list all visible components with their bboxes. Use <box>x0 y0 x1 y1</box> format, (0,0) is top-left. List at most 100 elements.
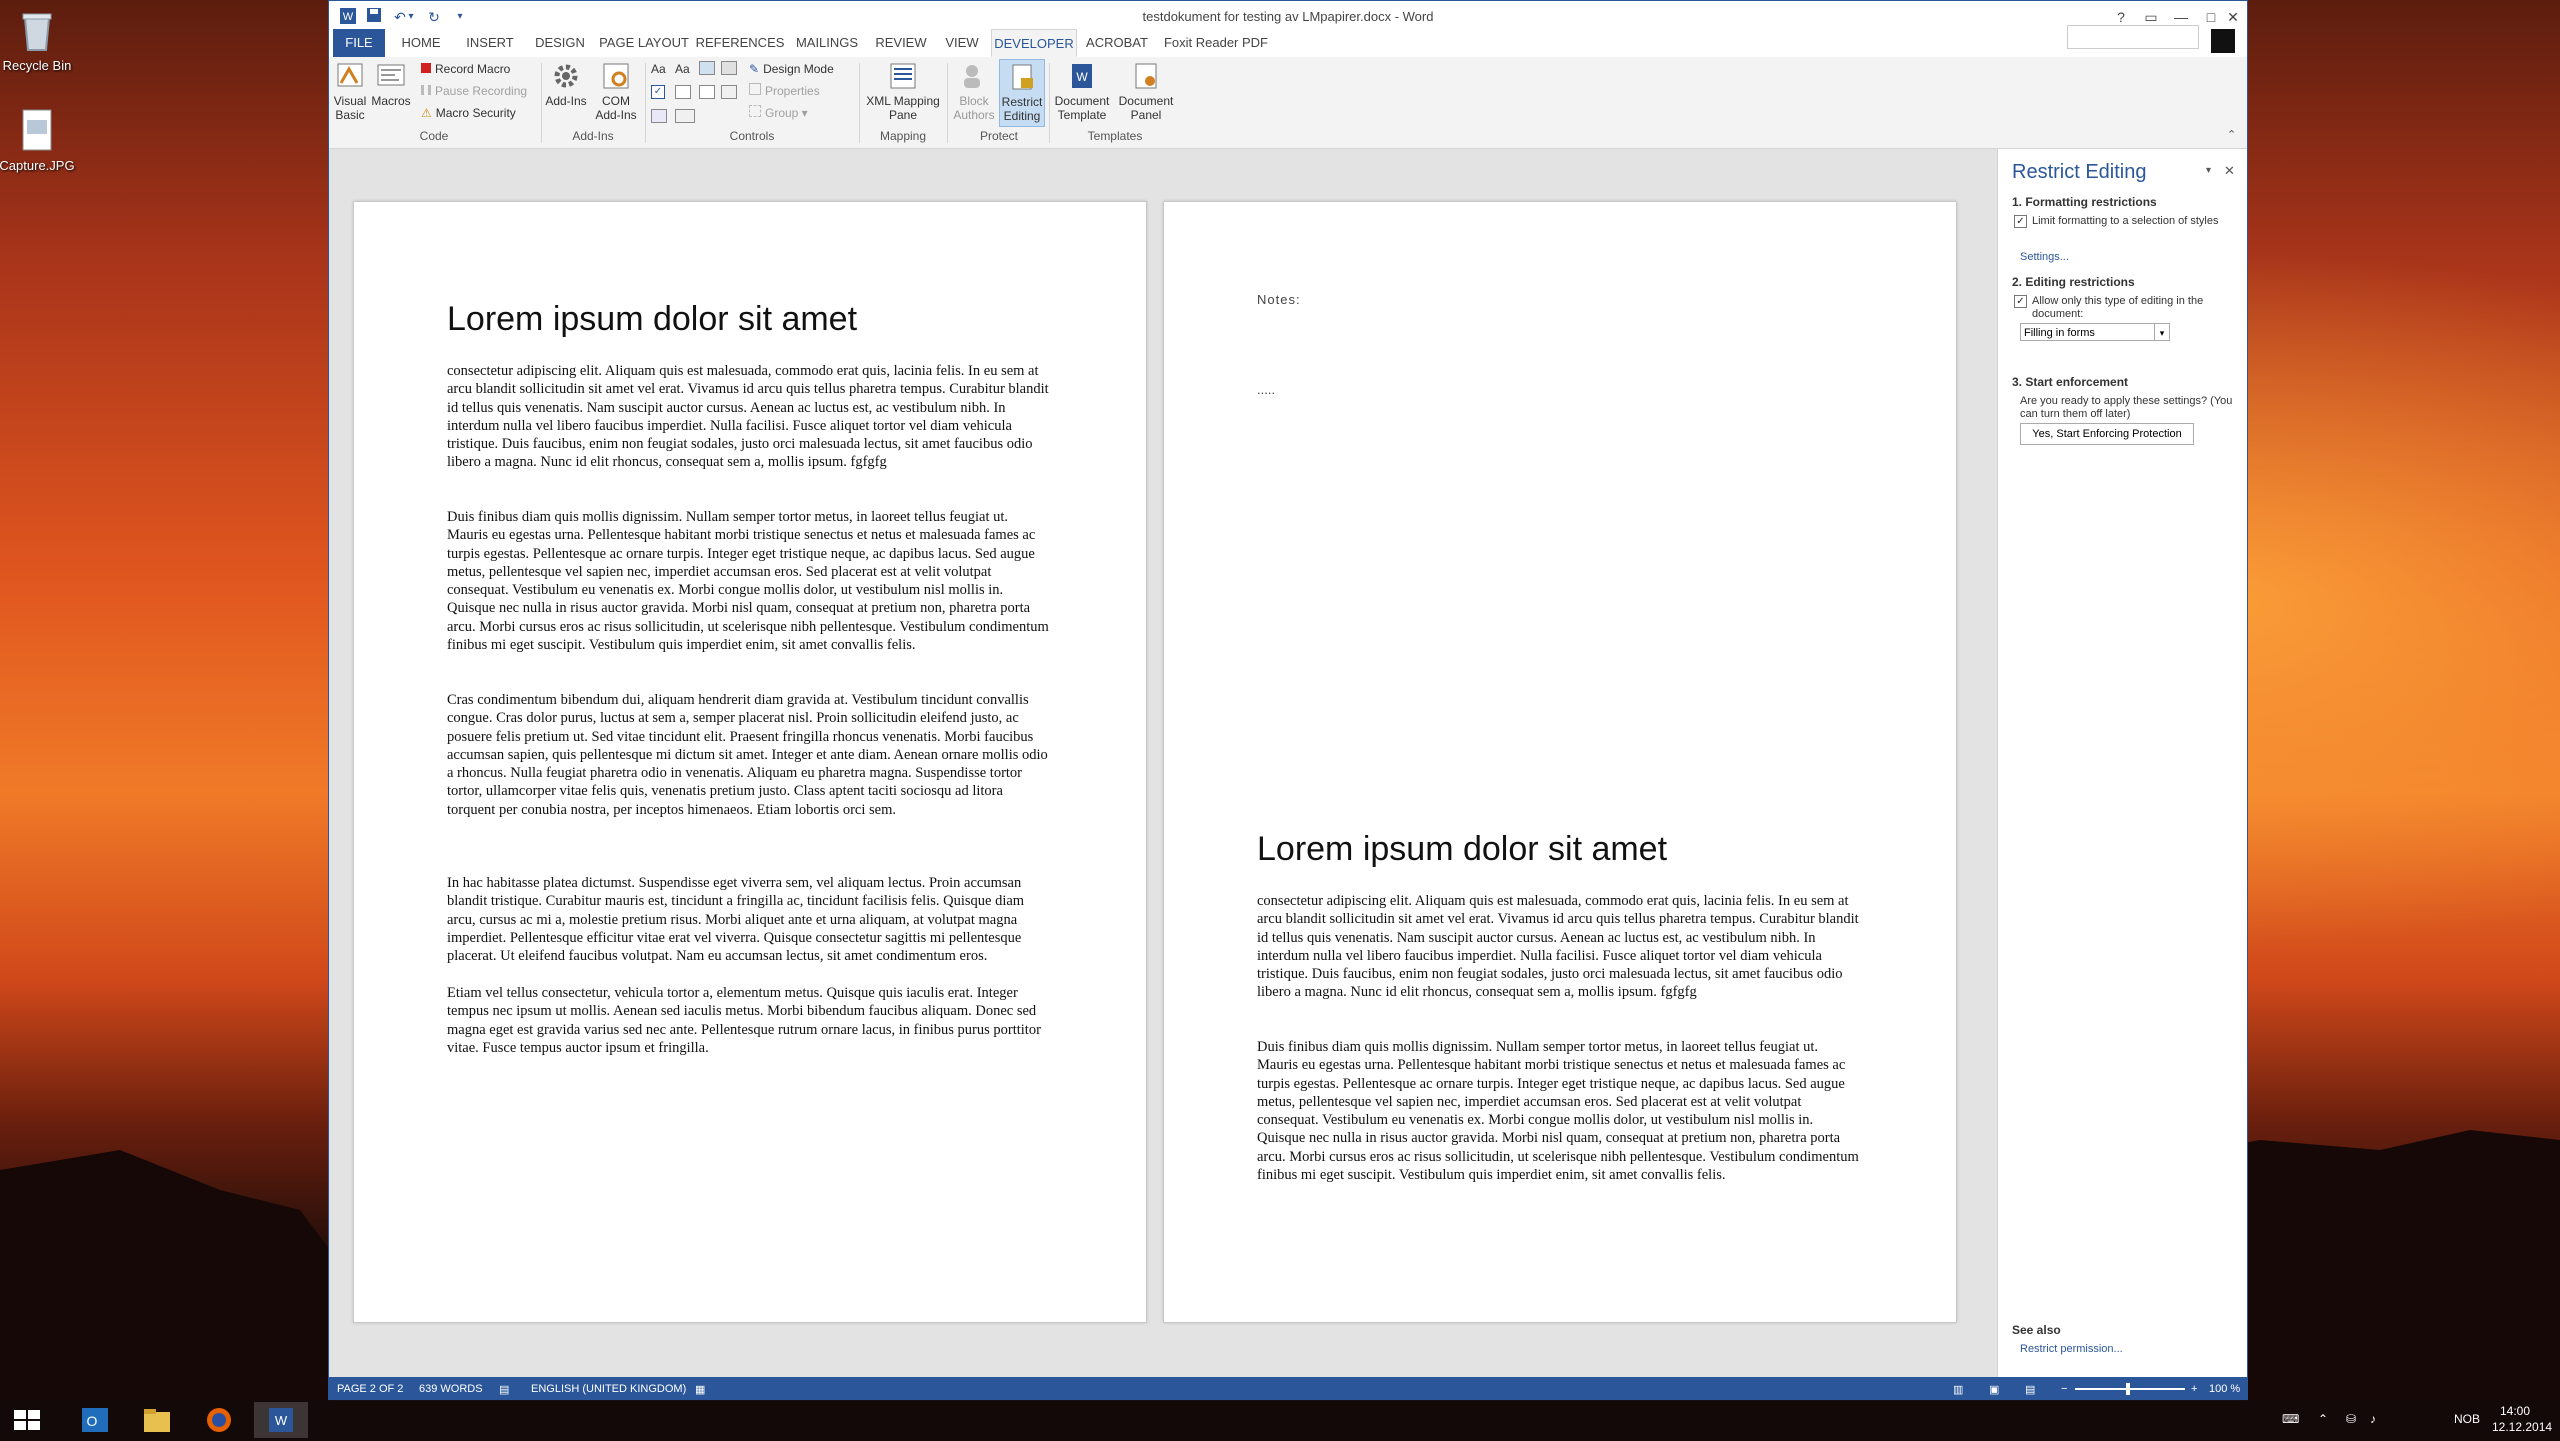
body-paragraph: Duis finibus diam quis mollis dignissim.… <box>1257 1039 1859 1184</box>
tab-page-layout[interactable]: PAGE LAYOUT <box>597 29 691 57</box>
settings-link[interactable]: Settings... <box>2020 251 2069 263</box>
taskbar: O W ⌨ ⌃ ⛁ ♪ NOB 14:00 12.12.2014 <box>0 1400 2560 1440</box>
tab-design[interactable]: DESIGN <box>527 29 593 57</box>
properties-button[interactable]: Properties <box>749 81 820 101</box>
add-ins-button[interactable]: Add-Ins <box>543 61 589 108</box>
clock-date[interactable]: 12.12.2014 <box>2492 1420 2552 1434</box>
combo-box-control-icon[interactable] <box>675 85 691 99</box>
editing-type-select[interactable]: Filling in forms ▾ <box>2020 323 2170 341</box>
body-paragraph: Duis finibus diam quis mollis dignissim.… <box>447 509 1049 654</box>
collapse-ribbon-icon[interactable]: ⌃ <box>2227 125 2236 145</box>
group-label: Group ▾ <box>765 106 808 120</box>
notes-field[interactable]: ..... <box>1257 382 1275 397</box>
tab-home[interactable]: HOME <box>389 29 453 57</box>
date-picker-control-icon[interactable] <box>721 85 737 99</box>
limit-formatting-label: Limit formatting to a selection of style… <box>2032 215 2219 227</box>
properties-label: Properties <box>765 84 820 98</box>
xml-mapping-pane-button[interactable]: XML Mapping Pane <box>861 61 945 122</box>
clock-time[interactable]: 14:00 <box>2500 1404 2530 1418</box>
image-file-icon <box>13 106 61 154</box>
visual-basic-button[interactable]: Visual Basic <box>331 61 369 122</box>
restrict-permission-link[interactable]: Restrict permission... <box>2020 1343 2123 1355</box>
read-mode-icon[interactable]: ▥ <box>1953 1383 1963 1396</box>
language-indicator[interactable]: NOB <box>2454 1412 2480 1426</box>
add-ins-label: Add-Ins <box>545 94 587 108</box>
restrict-editing-button[interactable]: Restrict Editing <box>999 59 1045 127</box>
start-button[interactable] <box>0 1402 54 1438</box>
start-enforcing-button[interactable]: Yes, Start Enforcing Protection <box>2020 423 2194 445</box>
restrict-editing-pane: Restrict Editing ▾ ✕ 1. Formatting restr… <box>1997 149 2247 1377</box>
close-button[interactable]: ✕ <box>2219 5 2247 29</box>
pause-recording-button[interactable]: Pause Recording <box>421 81 527 101</box>
macros-button[interactable]: Macros <box>371 61 411 108</box>
macro-recording-icon[interactable]: ▦ <box>695 1383 705 1396</box>
tab-foxit-reader-pdf[interactable]: Foxit Reader PDF <box>1157 29 1275 57</box>
macro-security-button[interactable]: ⚠ Macro Security <box>421 103 516 123</box>
design-mode-button[interactable]: ✎ Design Mode <box>749 59 834 79</box>
formatting-restrictions-heading: 1. Formatting restrictions <box>2012 195 2157 209</box>
zoom-slider[interactable] <box>2075 1388 2185 1390</box>
macro-security-label: Macro Security <box>435 106 516 120</box>
block-authors-button[interactable]: Block Authors <box>951 61 997 122</box>
volume-icon[interactable]: ♪ <box>2370 1412 2376 1426</box>
zoom-out-button[interactable]: − <box>2061 1383 2067 1395</box>
word-count[interactable]: 639 WORDS <box>419 1383 483 1395</box>
window-title: testdokument for testing av LMpapirer.do… <box>1142 9 1434 24</box>
account-area[interactable] <box>2067 25 2199 49</box>
document-panel-icon <box>1131 61 1161 91</box>
group-button[interactable]: Group ▾ <box>749 103 808 123</box>
allow-only-checkbox[interactable]: ✓ <box>2014 295 2027 308</box>
zoom-in-button[interactable]: + <box>2191 1383 2197 1395</box>
block-authors-label: Block Authors <box>953 94 995 122</box>
page-2[interactable]: Notes: ..... Lorem ipsum dolor sit amet … <box>1163 201 1957 1323</box>
desktop-icon-capture-jpg[interactable]: Capture.JPG <box>0 106 92 173</box>
tab-insert[interactable]: INSERT <box>457 29 523 57</box>
tab-file[interactable]: FILE <box>333 29 385 57</box>
document-area[interactable]: Lorem ipsum dolor sit amet consectetur a… <box>329 149 1997 1377</box>
word-taskbar-icon[interactable]: W <box>254 1402 308 1438</box>
close-icon[interactable]: ✕ <box>2224 163 2235 179</box>
print-layout-icon[interactable]: ▣ <box>1989 1383 1999 1396</box>
document-panel-button[interactable]: Document Panel <box>1115 61 1177 122</box>
zoom-slider-thumb[interactable] <box>2126 1383 2130 1395</box>
separator <box>1049 63 1050 143</box>
recycle-bin-icon <box>13 6 61 54</box>
web-layout-icon[interactable]: ▤ <box>2025 1383 2035 1396</box>
page-count[interactable]: PAGE 2 OF 2 <box>337 1383 403 1395</box>
document-template-button[interactable]: W Document Template <box>1051 61 1113 122</box>
rich-text-control-icon[interactable]: Aa <box>651 59 666 79</box>
tab-view[interactable]: VIEW <box>937 29 987 57</box>
tab-mailings[interactable]: MAILINGS <box>789 29 865 57</box>
checkbox-control-icon[interactable]: ✓ <box>651 85 665 99</box>
keyboard-icon[interactable]: ⌨ <box>2282 1412 2299 1426</box>
tab-acrobat[interactable]: ACROBAT <box>1081 29 1153 57</box>
desktop-icon-recycle-bin[interactable]: Recycle Bin <box>0 6 92 73</box>
proofing-icon[interactable]: ▤ <box>499 1383 509 1396</box>
building-block-control-icon[interactable] <box>721 61 737 75</box>
tab-developer[interactable]: DEVELOPER <box>991 29 1077 57</box>
plain-text-control-icon[interactable]: Aa <box>675 59 690 79</box>
separator <box>645 63 646 143</box>
language-indicator[interactable]: ENGLISH (UNITED KINGDOM) <box>531 1383 686 1395</box>
svg-text:W: W <box>1076 70 1088 84</box>
show-hidden-icons[interactable]: ⌃ <box>2318 1412 2328 1426</box>
pane-options-icon[interactable]: ▾ <box>2206 165 2211 176</box>
dropdown-list-control-icon[interactable] <box>699 85 715 99</box>
limit-formatting-checkbox[interactable]: ✓ <box>2014 215 2027 228</box>
outlook-taskbar-icon[interactable]: O <box>68 1402 122 1438</box>
firefox-taskbar-icon[interactable] <box>192 1402 246 1438</box>
document-template-label: Document Template <box>1054 94 1110 122</box>
page-1[interactable]: Lorem ipsum dolor sit amet consectetur a… <box>353 201 1147 1323</box>
legacy-tools-icon[interactable] <box>675 109 695 123</box>
network-icon[interactable]: ⛁ <box>2346 1412 2356 1426</box>
tab-references[interactable]: REFERENCES <box>695 29 785 57</box>
picture-control-icon[interactable] <box>699 61 715 75</box>
zoom-level[interactable]: 100 % <box>2209 1383 2240 1395</box>
file-explorer-taskbar-icon[interactable] <box>130 1402 184 1438</box>
tab-review[interactable]: REVIEW <box>869 29 933 57</box>
repeating-section-control-icon[interactable] <box>651 109 667 123</box>
record-macro-button[interactable]: Record Macro <box>421 59 510 79</box>
com-add-ins-button[interactable]: COM Add-Ins <box>593 61 639 122</box>
avatar[interactable] <box>2211 29 2235 53</box>
status-bar: PAGE 2 OF 2 639 WORDS ▤ ENGLISH (UNITED … <box>329 1377 2247 1401</box>
